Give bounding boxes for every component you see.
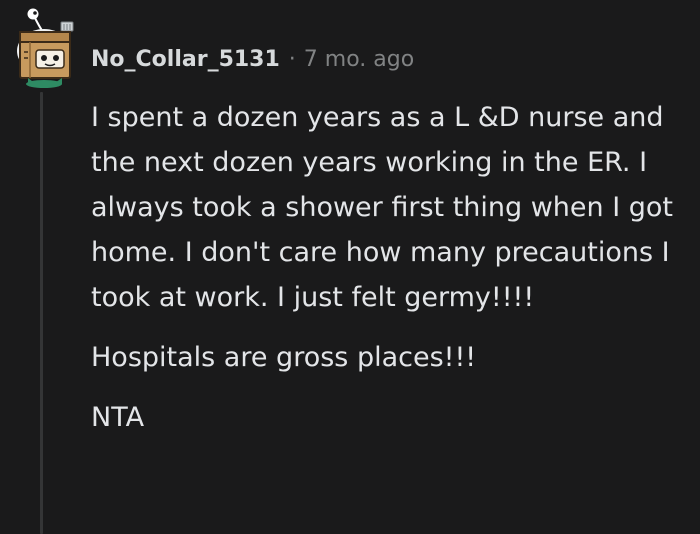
comment-paragraph: I spent a dozen years as a L &D nurse an… <box>91 102 674 313</box>
comment-paragraph: NTA <box>91 402 145 433</box>
snoo-avatar-icon <box>17 8 74 88</box>
username-link[interactable]: No_Collar_5131 <box>91 47 280 72</box>
thread-line[interactable] <box>40 92 43 534</box>
timestamp[interactable]: 7 mo. ago <box>304 47 414 72</box>
comment-header: No_Collar_5131 · 7 mo. ago <box>91 42 414 76</box>
comment-paragraph: Hospitals are gross places!!! <box>91 342 477 373</box>
comment-body: I spent a dozen years as a L &D nurse an… <box>91 95 691 440</box>
avatar[interactable] <box>6 6 80 88</box>
separator-dot: · <box>288 46 296 72</box>
comment: No_Collar_5131 · 7 mo. ago I spent a doz… <box>0 0 700 534</box>
